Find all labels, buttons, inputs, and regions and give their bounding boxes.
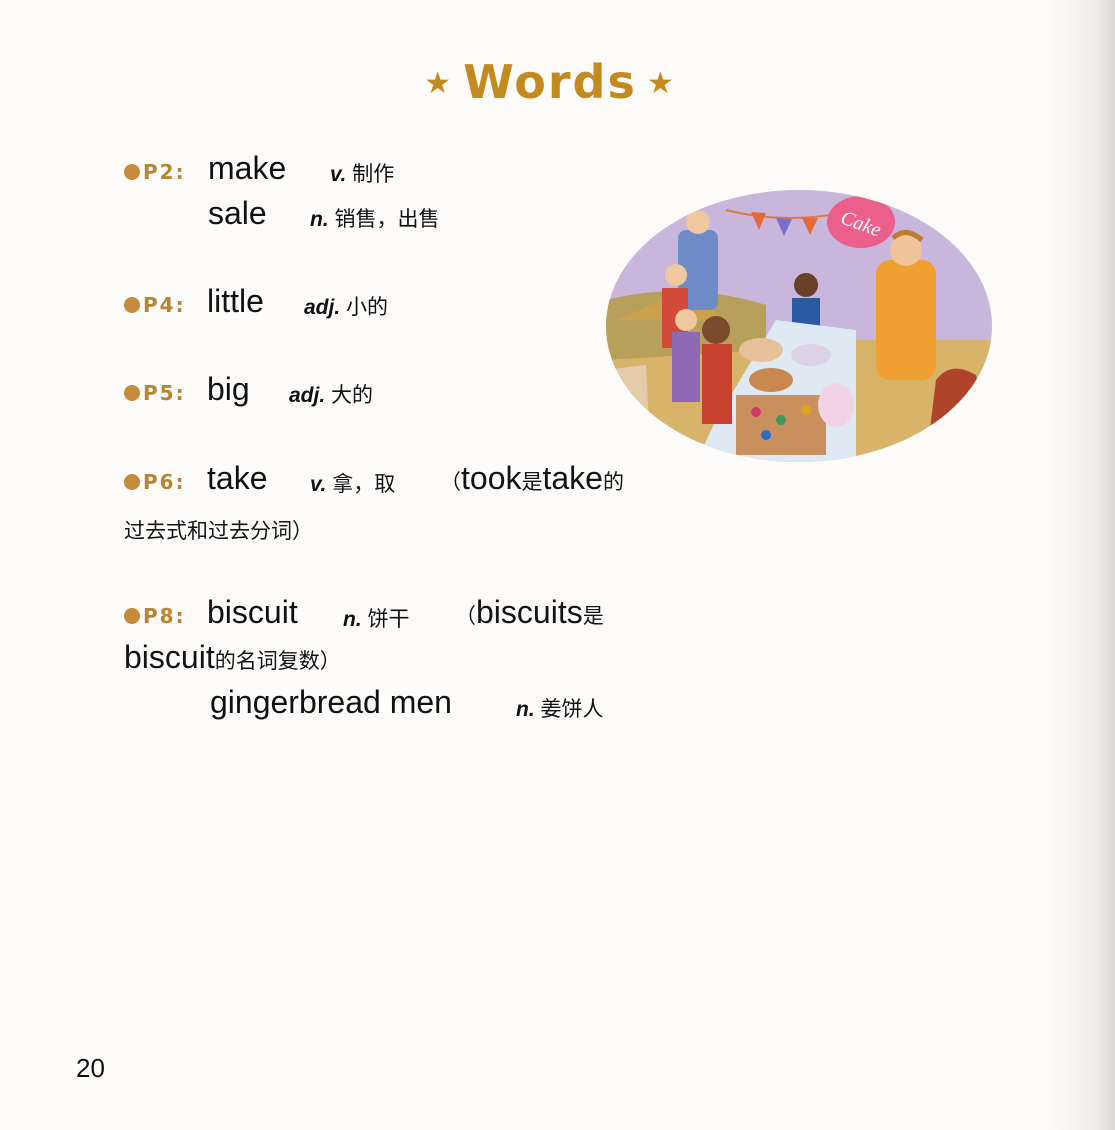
part-of-speech: n. [343, 608, 362, 631]
word-big: big [207, 371, 250, 407]
note-paren: （ [455, 605, 476, 628]
note-text: 是 [582, 605, 604, 628]
note-word: took [461, 460, 522, 496]
definition-take: v. 拿，取 [310, 468, 395, 498]
word-little: little [207, 283, 264, 319]
page-label: P6: [143, 470, 186, 494]
page-label: P4: [143, 293, 186, 317]
bullet-dot-icon [124, 474, 140, 490]
note-paren: （ [440, 471, 461, 494]
part-of-speech: adj. [304, 296, 341, 319]
title-text: Words [463, 55, 637, 109]
definition-make: v. 制作 [330, 158, 394, 188]
part-of-speech: v. [330, 163, 347, 186]
star-icon: ★ [424, 66, 454, 101]
part-of-speech: n. [310, 208, 329, 231]
note-text: 的名词复数） [214, 650, 341, 673]
definition-gingerbread-men: n. 姜饼人 [516, 693, 604, 723]
bullet-dot-icon [124, 385, 140, 401]
meaning: 小的 [346, 296, 389, 319]
page-edge-shadow [1045, 0, 1115, 1130]
note-text: 是 [521, 471, 543, 494]
note-take: （took是take的 [440, 460, 624, 497]
note-word: take [542, 460, 603, 496]
page-tag-p8: P8: [124, 604, 186, 628]
definition-sale: n. 销售，出售 [310, 203, 440, 233]
definition-biscuit: n. 饼干 [343, 603, 410, 633]
word-take: take [207, 460, 268, 496]
bullet-dot-icon [124, 164, 140, 180]
page-label: P2: [143, 160, 186, 184]
meaning: 饼干 [367, 608, 410, 631]
cake-sale-illustration: Cake [606, 190, 992, 462]
word-sale: sale [208, 195, 267, 231]
definition-big: adj. 大的 [289, 379, 373, 409]
note-word: biscuits [476, 594, 583, 630]
star-icon: ★ [646, 66, 676, 101]
meaning: 姜饼人 [540, 698, 604, 721]
bullet-dot-icon [124, 608, 140, 624]
note-biscuit: （biscuits是 [455, 594, 604, 631]
page-number: 20 [76, 1053, 105, 1083]
page-label: P8: [143, 604, 186, 628]
definition-little: adj. 小的 [304, 291, 388, 321]
meaning: 拿，取 [332, 473, 396, 496]
illustration-scene: Cake [606, 190, 992, 462]
page-tag-p2: P2: [124, 160, 186, 184]
meaning: 制作 [352, 163, 395, 186]
word-biscuit: biscuit [207, 594, 298, 630]
note-biscuit-line2: biscuit的名词复数） [124, 639, 341, 676]
part-of-speech: v. [310, 473, 327, 496]
bullet-dot-icon [124, 297, 140, 313]
word-gingerbread-men: gingerbread men [210, 684, 452, 720]
page-title: ★ Words ★ [0, 55, 1100, 109]
part-of-speech: n. [516, 698, 535, 721]
note-word: biscuit [124, 639, 215, 675]
part-of-speech: adj. [289, 384, 326, 407]
note-take-line2: 过去式和过去分词） [124, 520, 313, 543]
page-tag-p6: P6: [124, 470, 186, 494]
page-tag-p5: P5: [124, 381, 186, 405]
meaning: 大的 [331, 384, 374, 407]
word-make: make [208, 150, 287, 186]
meaning: 销售，出售 [334, 208, 440, 231]
note-text: 的 [602, 471, 624, 494]
page-label: P5: [143, 381, 186, 405]
page-tag-p4: P4: [124, 293, 186, 317]
